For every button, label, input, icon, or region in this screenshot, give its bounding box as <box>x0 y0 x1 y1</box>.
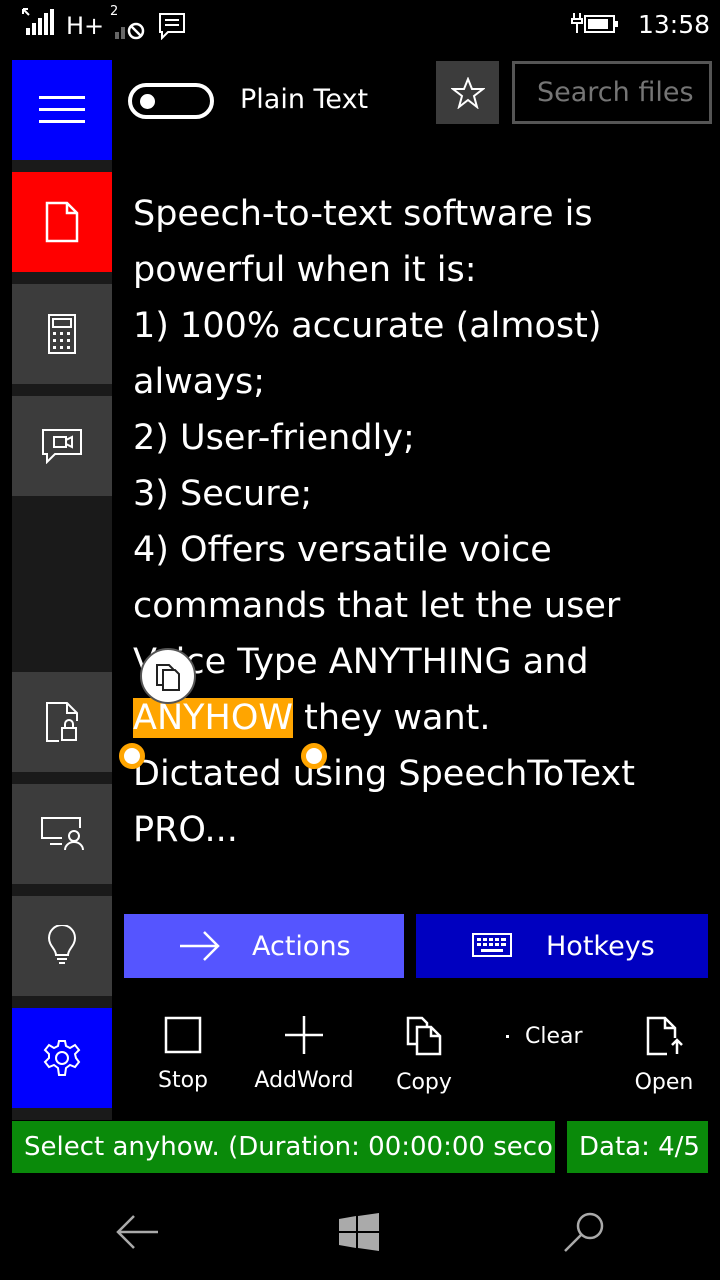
text-line: 1) 100% accurate (almost) <box>133 306 602 346</box>
text-line-selected: ANYHOW they want. <box>133 690 703 746</box>
text-after-selection: they want. <box>292 698 491 738</box>
actions-label: Actions <box>252 930 351 962</box>
keyboard-icon <box>472 933 512 957</box>
hamburger-menu-button[interactable] <box>12 60 112 160</box>
lightbulb-icon <box>47 925 77 964</box>
status-message-text: Select anyhow. (Duration: 00:00:00 seco <box>24 1132 553 1162</box>
text-line: Voice Type ANYTHING and <box>133 642 589 682</box>
settings-button[interactable] <box>12 1008 112 1108</box>
text-line: PRO... <box>133 810 238 850</box>
lock-document-icon <box>46 702 78 742</box>
document-text[interactable]: Speech-to-text software is powerful when… <box>133 186 703 858</box>
clock: 13:58 <box>638 10 711 39</box>
star-icon <box>450 76 485 109</box>
text-line: powerful when it is: <box>133 250 477 290</box>
clear-dot-icon <box>506 1035 509 1038</box>
actions-button[interactable]: Actions <box>124 914 404 978</box>
text-line: Speech-to-text software is <box>133 194 593 234</box>
user-screen-icon <box>41 817 84 851</box>
data-counter-text: Data: 4/5 <box>579 1132 700 1162</box>
calculator-icon <box>48 314 76 354</box>
battery-charging-icon <box>571 13 618 33</box>
lock-document-button[interactable] <box>12 672 112 772</box>
selection-handle-end[interactable] <box>301 743 327 769</box>
gear-icon <box>43 1040 81 1076</box>
arrow-right-icon <box>180 931 220 961</box>
copy-selection-bubble[interactable] <box>140 648 196 704</box>
copy-icon <box>406 1016 442 1056</box>
plus-icon <box>285 1016 323 1054</box>
text-line: Dictated using SpeechToText <box>133 754 635 794</box>
calculator-button[interactable] <box>12 284 112 384</box>
open-file-icon <box>646 1016 683 1056</box>
network-type: H+ <box>66 12 105 40</box>
plain-text-toggle[interactable] <box>128 83 214 119</box>
status-bar: H+ 2 13:58 <box>0 0 720 50</box>
addword-label: AddWord <box>254 1068 354 1093</box>
document-icon <box>45 201 79 243</box>
hotkeys-label: Hotkeys <box>546 930 655 962</box>
text-line: 3) Secure; <box>133 474 313 514</box>
stop-label: Stop <box>157 1068 208 1093</box>
clear-button[interactable]: Clear <box>506 1024 583 1049</box>
text-line: 4) Offers versatile voice <box>133 530 552 570</box>
signal-strength-icon <box>22 8 54 35</box>
favorite-button[interactable] <box>436 61 499 124</box>
copy-icon <box>156 664 180 691</box>
video-chat-icon <box>42 429 82 464</box>
text-line: commands that let the user <box>133 586 621 626</box>
sim2-no-signal-icon <box>115 22 145 40</box>
hotkeys-button[interactable]: Hotkeys <box>416 914 708 978</box>
hamburger-icon <box>39 96 85 123</box>
search-input[interactable] <box>512 61 712 124</box>
user-screen-button[interactable] <box>12 784 112 884</box>
windows-start-icon[interactable] <box>339 1213 379 1251</box>
open-label: Open <box>634 1070 694 1095</box>
plain-text-label: Plain Text <box>240 84 369 115</box>
copy-button[interactable]: Copy <box>374 1016 474 1095</box>
addword-button[interactable]: AddWord <box>254 1016 354 1093</box>
data-counter: Data: 4/5 <box>567 1121 708 1173</box>
status-message: Select anyhow. (Duration: 00:00:00 seco <box>12 1121 555 1173</box>
open-button[interactable]: Open <box>614 1016 714 1095</box>
back-arrow-icon[interactable] <box>114 1213 160 1251</box>
message-icon <box>159 13 185 40</box>
toggle-knob <box>140 94 155 109</box>
document-button[interactable] <box>12 172 112 272</box>
clear-label: Clear <box>525 1024 583 1049</box>
search-icon[interactable] <box>562 1210 606 1254</box>
selected-text[interactable]: ANYHOW <box>133 698 293 738</box>
text-line: 2) User-friendly; <box>133 418 415 458</box>
selection-handle-start[interactable] <box>119 743 145 769</box>
text-line: always; <box>133 362 265 402</box>
video-message-button[interactable] <box>12 396 112 496</box>
stop-button[interactable]: Stop <box>133 1016 233 1093</box>
copy-label: Copy <box>396 1070 452 1095</box>
stop-icon <box>164 1016 202 1054</box>
tips-button[interactable] <box>12 896 112 996</box>
